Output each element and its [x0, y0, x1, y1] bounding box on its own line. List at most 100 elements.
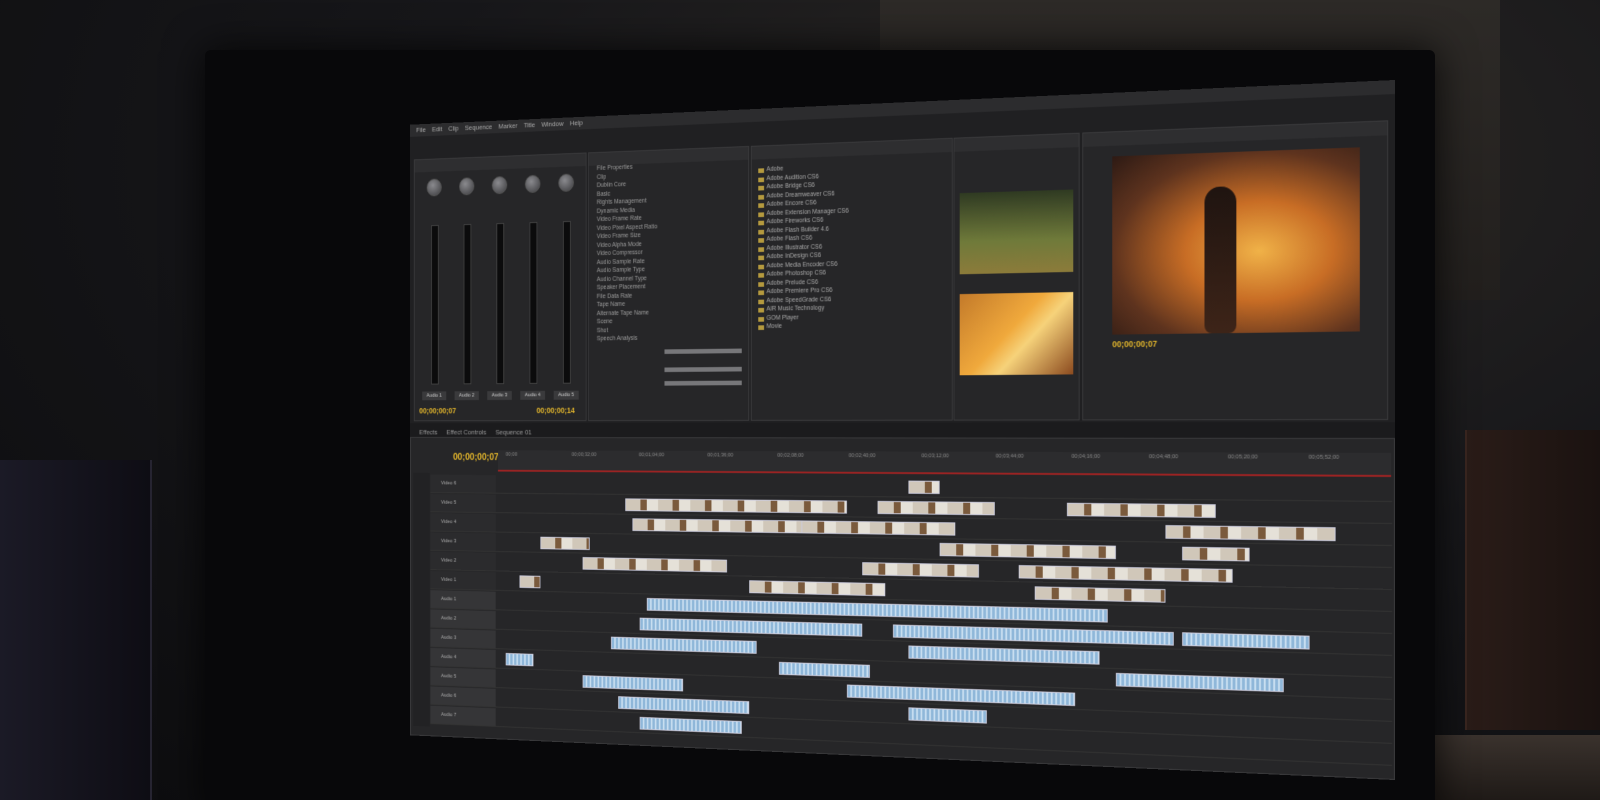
metadata-row[interactable]: Speech Analysis: [589, 334, 748, 345]
video-clip[interactable]: [625, 498, 847, 514]
audio-clip[interactable]: [505, 652, 534, 667]
timeline-panel: 00;00;00;07 00;00 00;00;32;00 00;01;04;00 0…: [410, 436, 1395, 780]
field-bar[interactable]: [664, 380, 742, 386]
pan-knob[interactable]: [491, 176, 508, 195]
program-video-frame[interactable]: [1112, 147, 1360, 335]
pan-knob[interactable]: [524, 174, 541, 194]
runner-silhouette: [1204, 186, 1237, 334]
menu-item[interactable]: Window: [541, 119, 563, 128]
field-bar[interactable]: [664, 348, 742, 354]
audio-clip[interactable]: [639, 617, 863, 637]
field-bar[interactable]: [664, 366, 742, 373]
channel-label: Audio 3: [487, 391, 512, 400]
video-clip[interactable]: [862, 562, 979, 578]
audio-clip[interactable]: [892, 624, 1174, 646]
project-item-label: Adobe Flash CS6: [766, 234, 813, 243]
program-tab[interactable]: [1083, 121, 1388, 147]
audio-clip[interactable]: [778, 661, 870, 678]
timeline-tab[interactable]: Effects: [419, 428, 437, 436]
track-header[interactable]: Audio 1: [430, 590, 496, 610]
track-header[interactable]: Video 5: [430, 493, 496, 513]
channel-label: Audio 5: [553, 390, 579, 400]
timeline-timecode: 00;00;00;07: [453, 451, 499, 463]
folder-icon: [758, 255, 765, 261]
audio-clip[interactable]: [582, 675, 684, 692]
track-header[interactable]: Video 2: [430, 551, 496, 571]
video-clip[interactable]: [1165, 525, 1336, 542]
menu-item[interactable]: Title: [524, 121, 535, 130]
program-monitor-panel: 00;00;00;07: [1082, 120, 1389, 421]
clip-thumbnail-sunset[interactable]: [959, 292, 1074, 376]
video-clip[interactable]: [519, 575, 541, 589]
video-clip[interactable]: [939, 542, 1116, 560]
menu-item[interactable]: Edit: [432, 125, 442, 133]
pan-knob[interactable]: [558, 173, 574, 192]
project-item-label: Adobe Fireworks CS6: [766, 217, 824, 226]
ruler-tick-label: 00;04;48;00: [1148, 454, 1179, 461]
menu-item[interactable]: Clip: [448, 124, 458, 132]
channel-label: Audio 1: [422, 391, 447, 401]
project-item-label: Adobe Photoshop CS6: [766, 269, 827, 278]
audio-clip[interactable]: [1182, 632, 1310, 650]
folder-icon: [758, 203, 765, 208]
folder-icon: [758, 272, 765, 278]
video-clip[interactable]: [582, 557, 727, 573]
audio-mixer-tab[interactable]: [414, 153, 586, 173]
mixer-timecode-right: 00;00;00;14: [536, 405, 575, 415]
project-item-label: Adobe Illustrator CS6: [766, 243, 823, 252]
audio-clip[interactable]: [908, 707, 987, 724]
project-item-label: Movie: [766, 323, 783, 330]
track-header[interactable]: Audio 3: [430, 628, 496, 649]
track-header[interactable]: Video 6: [430, 474, 496, 493]
ruler-tick-label: 00;04;16;00: [1071, 453, 1101, 460]
video-clip[interactable]: [749, 580, 886, 597]
track-header[interactable]: Audio 4: [430, 647, 496, 668]
track-header[interactable]: Audio 6: [430, 686, 496, 707]
mixer-channel: Audio 1: [419, 176, 449, 409]
video-clip[interactable]: [540, 536, 590, 551]
video-clip[interactable]: [1066, 502, 1216, 518]
project-item-label: Adobe InDesign CS6: [766, 252, 822, 261]
folder-icon: [758, 238, 765, 243]
video-clip[interactable]: [1182, 546, 1250, 562]
video-clip[interactable]: [1018, 565, 1233, 583]
project-item-label: Adobe Bridge CS6: [766, 182, 815, 191]
track-header[interactable]: Video 4: [430, 513, 496, 532]
audio-clip[interactable]: [908, 645, 1100, 665]
mixer-channel: Audio 4: [517, 173, 548, 409]
pan-knob[interactable]: [459, 177, 475, 196]
ruler-tick-label: 00;00: [505, 452, 518, 458]
audio-clip[interactable]: [1115, 672, 1284, 693]
video-clip[interactable]: [1034, 586, 1166, 603]
project-item-label: Adobe Premiere Pro CS6: [766, 287, 833, 295]
audio-clip[interactable]: [618, 696, 750, 715]
clip-thumbnail-running-feet[interactable]: [959, 189, 1074, 275]
track-header[interactable]: Video 1: [430, 570, 496, 590]
ruler-tick-label: 00;01;04;00: [638, 452, 665, 459]
timeline-tab[interactable]: Effect Controls: [446, 428, 486, 436]
track-header[interactable]: Video 3: [430, 532, 496, 552]
video-clip[interactable]: [908, 480, 940, 494]
project-item[interactable]: Movie: [752, 321, 952, 333]
audio-clip[interactable]: [639, 716, 742, 734]
audio-clip[interactable]: [610, 636, 757, 654]
project-item-label: Adobe Audition CS6: [766, 173, 819, 182]
menu-item[interactable]: File: [416, 126, 426, 134]
menu-item[interactable]: Sequence: [465, 123, 492, 132]
source-tab[interactable]: [954, 133, 1079, 152]
timeline-tab[interactable]: Sequence 01: [495, 428, 531, 436]
metadata-panel: File Properties Clip Dublin Core Basic Right…: [588, 145, 750, 422]
channel-label: Audio 2: [454, 391, 479, 401]
menu-item[interactable]: Marker: [498, 122, 517, 131]
track-header[interactable]: Audio 5: [430, 667, 496, 688]
track-header[interactable]: Audio 7: [430, 705, 496, 726]
menu-item[interactable]: Help: [570, 119, 583, 128]
track-header[interactable]: Audio 2: [430, 609, 496, 629]
video-clip[interactable]: [632, 518, 817, 534]
video-clip[interactable]: [801, 520, 956, 536]
folder-icon: [758, 325, 765, 330]
mixer-channel: Audio 5: [551, 171, 582, 408]
ruler-tick-label: 00;01;36;00: [707, 452, 734, 459]
pan-knob[interactable]: [426, 178, 442, 197]
video-clip[interactable]: [877, 500, 995, 516]
